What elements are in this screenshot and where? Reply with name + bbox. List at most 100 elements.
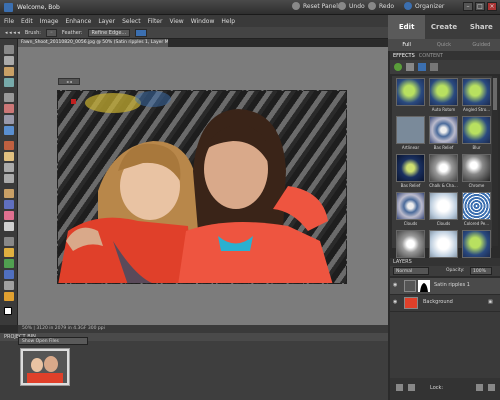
refine-edge-button[interactable]: Refine Edge... [87, 28, 131, 37]
tab-create[interactable]: Create [425, 15, 462, 39]
layer-visibility-eye-icon[interactable]: ◉ [393, 282, 400, 289]
effect-thumbnail[interactable] [396, 116, 425, 144]
menu-image[interactable]: Image [40, 18, 59, 25]
panel-menu-icon[interactable] [488, 384, 495, 391]
layer-styles-icon[interactable] [406, 63, 414, 71]
app-logo-icon [4, 2, 13, 12]
spot-healing-tool-icon[interactable] [4, 152, 14, 161]
menu-filter[interactable]: Filter [148, 18, 163, 25]
layers-options: Normal Opacity: 100% [390, 266, 500, 276]
eyedropper-tool-icon[interactable] [4, 78, 14, 87]
organizer-button[interactable]: Organizer [404, 2, 444, 10]
layer-visibility-eye-icon[interactable]: ◉ [393, 299, 397, 305]
effect-thumbnail[interactable] [429, 230, 458, 258]
smart-brush-tool-icon[interactable] [4, 237, 14, 246]
effect-thumbnail[interactable] [462, 78, 491, 106]
effect-thumbnail[interactable] [396, 192, 425, 220]
tab-quick[interactable]: Quick [425, 39, 462, 51]
tab-guided[interactable]: Guided [463, 39, 500, 51]
effect-thumbnail[interactable] [429, 116, 458, 144]
marquee-tool-icon[interactable] [4, 93, 14, 102]
selection-mode-icon[interactable]: ◂ ◂ ◂ ◂ [5, 30, 20, 36]
sponge-tool-icon[interactable] [4, 281, 14, 290]
menu-help[interactable]: Help [221, 18, 235, 25]
reset-icon [292, 2, 300, 10]
brush-preset-icon[interactable] [135, 28, 148, 37]
shape-tool-icon[interactable] [4, 270, 14, 279]
new-layer-icon[interactable] [396, 384, 403, 391]
tab-full[interactable]: Full [388, 39, 425, 51]
effect-thumbnail[interactable] [462, 230, 491, 258]
selection-handle-icon[interactable]: ◂ ◂ [58, 78, 80, 85]
show-open-files-dropdown[interactable]: Show Open Files [18, 337, 88, 345]
eraser-tool-icon[interactable] [4, 200, 14, 209]
effect-thumbnail[interactable] [429, 192, 458, 220]
photo-image[interactable] [57, 90, 347, 284]
effect-thumbnail[interactable] [462, 116, 491, 144]
effects-scrollbar[interactable] [492, 76, 498, 246]
effect-thumbnail[interactable] [396, 154, 425, 182]
red-eye-tool-icon[interactable] [4, 141, 14, 150]
effect-thumbnail[interactable] [396, 230, 425, 258]
layer-name[interactable]: Satin ripples 1 [434, 282, 470, 288]
redo-button[interactable]: Redo [368, 2, 394, 10]
lasso-tool-icon[interactable] [4, 104, 14, 113]
menu-bar: File Edit Image Enhance Layer Select Fil… [0, 15, 388, 27]
effect-thumbnail[interactable] [429, 154, 458, 182]
layers-panel-header[interactable]: LAYERS [390, 258, 500, 266]
menu-view[interactable]: View [169, 18, 183, 25]
effect-label: Clouds [403, 221, 418, 226]
tab-effects[interactable]: EFFECTS [393, 53, 415, 59]
trash-icon[interactable] [476, 384, 483, 391]
type-tool-icon[interactable] [4, 292, 14, 301]
effect-thumbnail[interactable] [462, 154, 491, 182]
brush-size-field[interactable]: ◦ [45, 28, 57, 37]
close-button[interactable]: × [487, 2, 497, 11]
document-tab[interactable]: Fawn_Shoot_20110820_0056.jpg @ 50% (Sati… [18, 39, 168, 47]
minimize-button[interactable]: – [463, 2, 473, 11]
layer-row-satin-ripples[interactable]: ◉ Satin ripples 1 [390, 278, 500, 294]
menu-select[interactable]: Select [122, 18, 141, 25]
menu-edit[interactable]: Edit [21, 18, 33, 25]
layer-mask-thumbnail[interactable] [418, 280, 430, 292]
tab-content[interactable]: CONTENT [419, 53, 443, 59]
menu-layer[interactable]: Layer [98, 18, 115, 25]
effect-thumbnail[interactable] [462, 192, 491, 220]
brush-tool-icon[interactable] [4, 222, 14, 231]
adjustment-layer-icon[interactable] [408, 384, 415, 391]
blend-mode-dropdown[interactable]: Normal [393, 267, 429, 275]
all-effects-icon[interactable] [430, 63, 438, 71]
filters-icon[interactable] [394, 63, 402, 71]
tool-options-bar: ◂ ◂ ◂ ◂ Brush: ◦ Feather: Refine Edge... [0, 27, 388, 39]
crop-tool-icon[interactable] [4, 174, 14, 183]
reset-panels-button[interactable]: Reset Panels [292, 2, 341, 10]
effect-thumbnail[interactable] [396, 78, 425, 106]
effects-scroll-thumb[interactable] [493, 78, 497, 110]
gradient-tool-icon[interactable] [4, 259, 14, 268]
menu-window[interactable]: Window [191, 18, 215, 25]
paint-bucket-tool-icon[interactable] [4, 248, 14, 257]
quick-selection-tool-icon[interactable] [4, 126, 14, 135]
menu-enhance[interactable]: Enhance [65, 18, 91, 25]
menu-file[interactable]: File [4, 18, 14, 25]
layer-row-background[interactable]: ◉ Background ▣ [390, 295, 500, 311]
foreground-color-swatch[interactable] [4, 307, 12, 315]
pencil-tool-icon[interactable] [4, 211, 14, 220]
opacity-field[interactable]: 100% [470, 267, 492, 275]
photo-illustration [58, 91, 333, 283]
tab-share[interactable]: Share [463, 15, 500, 39]
undo-button[interactable]: Undo [338, 2, 365, 10]
layer-name[interactable]: Background [423, 299, 453, 305]
project-bin-thumbnail[interactable] [20, 348, 70, 386]
effect-thumbnail[interactable] [429, 78, 458, 106]
hand-tool-icon[interactable] [4, 67, 14, 76]
tab-edit[interactable]: Edit [388, 15, 426, 39]
zoom-tool-icon[interactable] [4, 56, 14, 65]
move-tool-icon[interactable] [4, 45, 14, 54]
clone-stamp-tool-icon[interactable] [4, 163, 14, 172]
recompose-tool-icon[interactable] [4, 189, 14, 198]
maximize-button[interactable]: □ [475, 2, 485, 11]
magic-wand-tool-icon[interactable] [4, 115, 14, 124]
effect-label: Artlinear [401, 145, 420, 150]
photo-effects-icon[interactable] [418, 63, 426, 71]
